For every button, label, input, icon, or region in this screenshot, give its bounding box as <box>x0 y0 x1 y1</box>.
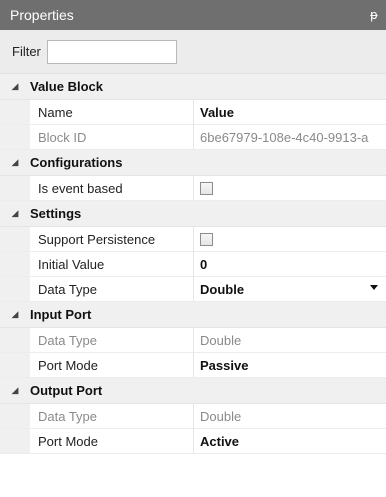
support-persistence-checkbox[interactable] <box>200 232 213 246</box>
dropdown-selected-value: Double <box>200 281 245 297</box>
properties-panel: Properties ᵽ Filter ◢ Value Block Name V… <box>0 0 386 497</box>
category-title: Configurations <box>30 155 123 170</box>
property-value-input-data-type[interactable]: Double <box>194 328 386 352</box>
dropdown-arrow-icon[interactable] <box>370 285 378 290</box>
property-value-initial-value[interactable]: 0 <box>194 252 386 276</box>
is-event-based-checkbox[interactable] <box>200 181 213 195</box>
chevron-expanded-icon[interactable]: ◢ <box>0 310 30 320</box>
property-name: Is event based <box>30 176 194 200</box>
filter-label: Filter <box>12 44 41 59</box>
property-name: Data Type <box>30 277 194 301</box>
property-row-name[interactable]: Name Value <box>0 100 386 125</box>
property-value-cell <box>194 227 386 251</box>
chevron-expanded-icon[interactable]: ◢ <box>0 158 30 168</box>
category-settings[interactable]: ◢ Settings <box>0 201 386 227</box>
category-configurations[interactable]: ◢ Configurations <box>0 150 386 176</box>
filter-bar: Filter <box>0 30 386 74</box>
property-name: Data Type <box>30 328 194 352</box>
category-output-port[interactable]: ◢ Output Port <box>0 378 386 404</box>
property-name: Port Mode <box>30 353 194 377</box>
category-value-block[interactable]: ◢ Value Block <box>0 74 386 100</box>
property-row-input-data-type[interactable]: Data Type Double <box>0 328 386 353</box>
property-name: Port Mode <box>30 429 194 453</box>
property-name: Name <box>30 100 194 124</box>
chevron-expanded-icon[interactable]: ◢ <box>0 82 30 92</box>
panel-titlebar[interactable]: Properties ᵽ <box>0 0 386 30</box>
property-grid: ◢ Value Block Name Value Block ID 6be679… <box>0 74 386 454</box>
property-row-is-event-based[interactable]: Is event based <box>0 176 386 201</box>
property-name: Initial Value <box>30 252 194 276</box>
property-value-block-id[interactable]: 6be67979-108e-4c40-9913-a <box>194 125 386 149</box>
property-name: Support Persistence <box>30 227 194 251</box>
property-row-output-data-type[interactable]: Data Type Double <box>0 404 386 429</box>
property-value-output-port-mode[interactable]: Active <box>194 429 386 453</box>
property-value-output-data-type[interactable]: Double <box>194 404 386 428</box>
pin-icon[interactable]: ᵽ <box>370 8 378 22</box>
property-value-input-port-mode[interactable]: Passive <box>194 353 386 377</box>
property-row-initial-value[interactable]: Initial Value 0 <box>0 252 386 277</box>
filter-input[interactable] <box>46 39 177 64</box>
property-name: Data Type <box>30 404 194 428</box>
category-input-port[interactable]: ◢ Input Port <box>0 302 386 328</box>
property-name: Block ID <box>30 125 194 149</box>
category-title: Output Port <box>30 383 103 398</box>
category-title: Value Block <box>30 79 103 94</box>
property-value-name[interactable]: Value <box>194 100 386 124</box>
panel-title: Properties <box>10 7 74 23</box>
data-type-dropdown[interactable]: Double <box>194 277 386 301</box>
property-row-support-persistence[interactable]: Support Persistence <box>0 227 386 252</box>
property-row-input-port-mode[interactable]: Port Mode Passive <box>0 353 386 378</box>
property-row-data-type[interactable]: Data Type Double <box>0 277 386 302</box>
property-row-output-port-mode[interactable]: Port Mode Active <box>0 429 386 454</box>
category-title: Settings <box>30 206 82 221</box>
category-title: Input Port <box>30 307 92 322</box>
property-value-cell <box>194 176 386 200</box>
chevron-expanded-icon[interactable]: ◢ <box>0 209 30 219</box>
chevron-expanded-icon[interactable]: ◢ <box>0 386 30 396</box>
property-row-block-id[interactable]: Block ID 6be67979-108e-4c40-9913-a <box>0 125 386 150</box>
